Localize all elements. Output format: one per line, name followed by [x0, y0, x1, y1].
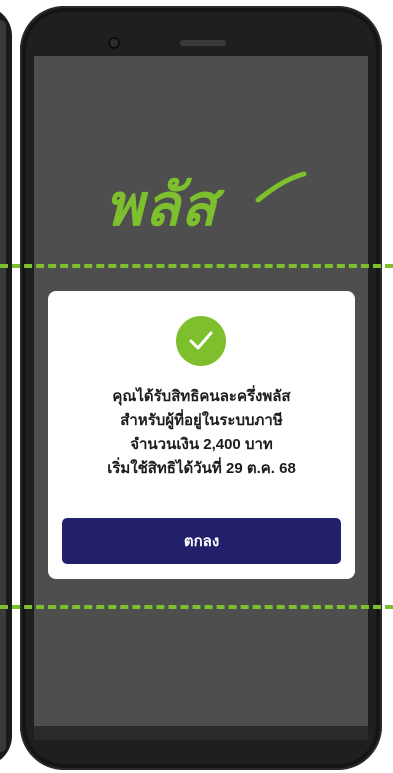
earpiece-speaker	[180, 40, 226, 46]
message-line: คุณได้รับสิทธิคนละครึ่งพลัส	[112, 388, 291, 405]
front-camera-icon	[108, 37, 120, 49]
ok-button[interactable]: ตกลง	[62, 518, 341, 564]
promo-stage: พลัส คุณได้รับสิทธิคนละครึ่งพลัส สำหรับผ…	[0, 0, 393, 773]
brand-swash-icon	[255, 171, 307, 203]
check-circle-icon	[176, 316, 226, 366]
message-line: เริ่มใช้สิทธิได้วันที่ 29 ต.ค. 68	[107, 460, 296, 477]
checkmark-icon	[189, 331, 213, 350]
phone-bottom-bezel	[34, 726, 368, 740]
message-line: จำนวนเงิน 2,400 บาท	[130, 436, 273, 453]
dashed-divider-top	[0, 264, 393, 268]
dashed-divider-bottom	[0, 605, 393, 609]
message-line: สำหรับผู้ที่อยู่ในระบบภาษี	[120, 412, 283, 429]
left-phone-edge	[0, 6, 12, 766]
dialog-message: คุณได้รับสิทธิคนละครึ่งพลัส สำหรับผู้ที่…	[48, 385, 355, 481]
left-phone-screen-edge	[0, 20, 6, 752]
success-dialog: คุณได้รับสิทธิคนละครึ่งพลัส สำหรับผู้ที่…	[48, 291, 355, 579]
